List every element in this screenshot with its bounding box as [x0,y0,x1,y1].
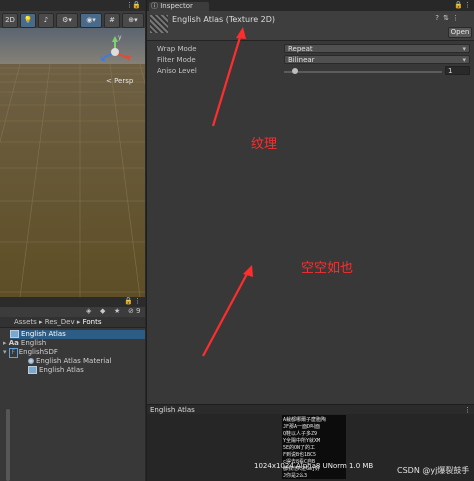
list-item[interactable]: ▸ Aa English [3,339,145,348]
list-item-label: English [20,339,47,347]
filter-label-icon[interactable]: ◆ [100,307,105,315]
inspector-panel: ⓘ Inspector 🔒 ⋮ English Atlas (Texture 2… [146,0,474,481]
textmeshpro-icon: F [8,348,18,358]
project-toolbar: ◈ ◆ ★ ⊘ 9 [0,307,145,317]
project-panel: 🔒 ⋮ ◈ ◆ ★ ⊘ 9 Assets ▸ Res_Dev ▸ Fonts E… [0,297,145,481]
effects-dropdown-icon[interactable]: ⚙▾ [56,13,78,28]
font-icon: Aa [8,339,19,347]
scene-tab-bar: 🔒 ⋮ [0,0,145,11]
breadcrumb-assets[interactable]: Assets [14,318,37,326]
more-menu-icon[interactable]: ⋮ [134,297,141,305]
annotation-arrows [202,27,253,357]
list-item[interactable]: English Atlas Material [28,357,145,366]
sky-background [0,28,145,68]
scene-toolbar: 2D 💡 ♪ ⚙▾ ◉▾ # ⊕▾ [0,11,145,29]
watermark: CSDN @yj爆裂鼓手 [397,466,470,475]
collapse-arrow-icon[interactable]: ▾ [3,348,7,356]
gizmo-y-label: y [118,34,122,41]
svg-text:Y全陽中所Y就XM: Y全陽中所Y就XM [283,437,320,444]
svg-text:F到说B也1BC5: F到说B也1BC5 [283,451,316,458]
empty-annotation: 空空如也 [301,261,354,276]
filter-type-icon[interactable]: ◈ [86,307,91,315]
arrow-to-title [211,33,243,127]
more-menu-icon[interactable]: ⋮ [126,1,133,9]
preview-info: 1024x1024 Alpha8 UNorm 1.0 MB [254,462,374,470]
arrow-to-empty-area [202,271,249,357]
list-item-label: English Atlas [21,330,66,338]
hidden-objects-icon[interactable]: ◉▾ [80,13,102,28]
list-item[interactable]: English Atlas [10,330,145,339]
grid-toggle-icon[interactable]: # [104,13,120,28]
texture-annotation: 纹理 [251,137,278,152]
list-item[interactable]: English Atlas [28,366,145,375]
persp-label[interactable]: < Persp [106,77,134,85]
svg-text:J你是2么3: J你是2么3 [283,472,307,479]
svg-text:JF那A一面D叫面: JF那A一面D叫面 [283,423,320,430]
preview-title: English Atlas [150,406,195,414]
list-item-label: English Atlas Material [36,357,112,365]
favorite-icon[interactable]: ★ [114,307,120,315]
breadcrumb-res-dev[interactable]: Res_Dev [45,318,75,326]
breadcrumb-fonts[interactable]: Fonts [83,318,102,326]
lock-icon[interactable]: 🔒 [124,297,133,305]
project-tab-bar: 🔒 ⋮ [0,297,145,307]
scene-viewport[interactable]: y < Persp [0,28,145,297]
hidden-packages-icon[interactable]: ⊘ [128,307,134,315]
texture-icon [28,366,37,374]
lock-icon[interactable]: 🔒 [132,1,141,9]
gizmos-dropdown-icon[interactable]: ⊕▾ [122,13,144,28]
audio-toggle-icon[interactable]: ♪ [38,13,54,28]
lighting-toggle-icon[interactable]: 💡 [20,13,36,28]
svg-text:A裁都哪爾子麼胞陶: A裁都哪爾子麼胞陶 [283,416,326,423]
material-icon [28,358,34,364]
svg-text:Q鞋以人子多Z9: Q鞋以人子多Z9 [283,430,317,437]
ground-plane [0,64,145,297]
toggle-2d-button[interactable]: 2D [2,13,18,28]
svg-text:5E的ON了的工: 5E的ON了的工 [283,444,315,451]
breadcrumb: Assets ▸ Res_Dev ▸ Fonts [0,317,145,328]
texture-icon [10,330,19,338]
list-item-label: EnglishSDF [18,348,58,356]
list-item[interactable]: ▾ F EnglishSDF [3,348,145,358]
hidden-count: 9 [136,307,141,315]
scrollbar[interactable] [6,409,10,481]
expand-arrow-icon[interactable]: ▸ [3,339,7,347]
list-item-label: English Atlas [39,366,84,374]
scene-view-panel: 🔒 ⋮ 2D 💡 ♪ ⚙▾ ◉▾ # ⊕▾ y < Persp [0,0,145,297]
